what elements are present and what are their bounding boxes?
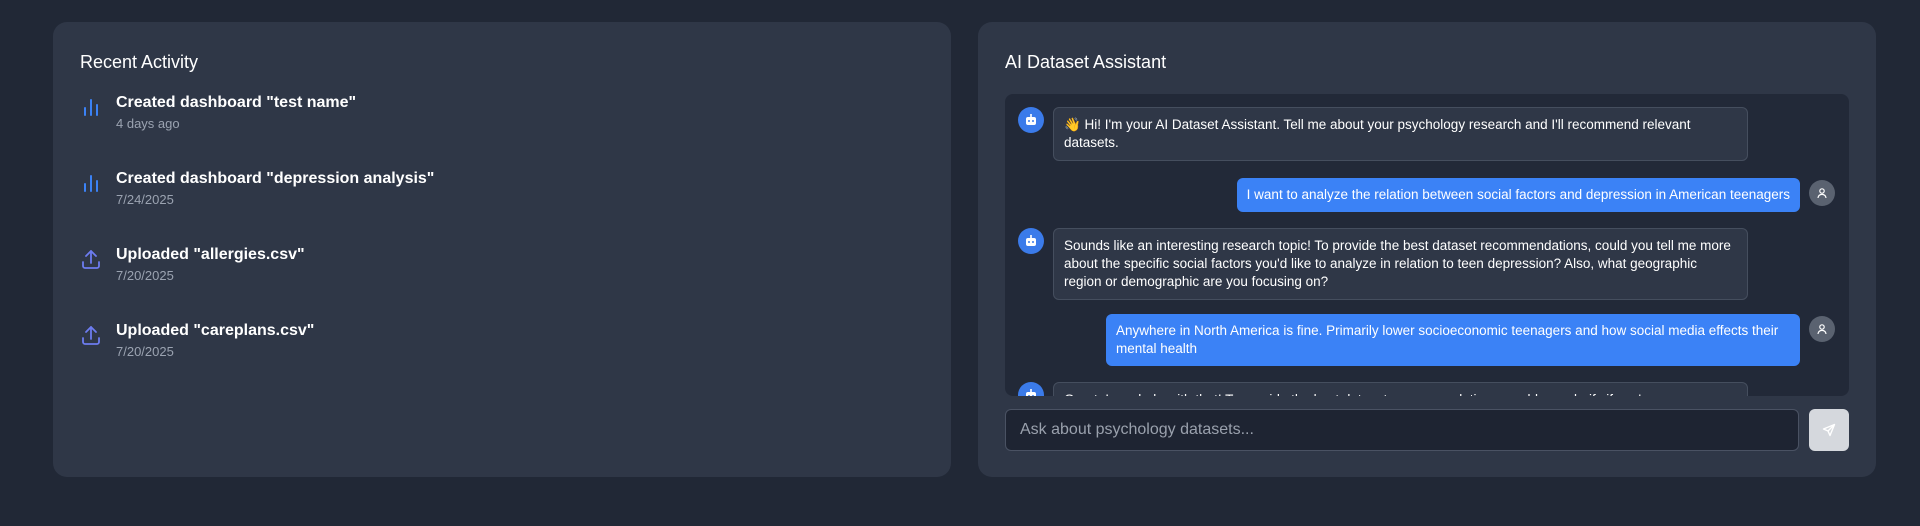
activity-item[interactable]: Uploaded "careplans.csv" 7/20/2025 bbox=[80, 322, 900, 372]
bot-message: 👋 Hi! I'm your AI Dataset Assistant. Tel… bbox=[1053, 107, 1748, 161]
user-message: I want to analyze the relation between s… bbox=[1236, 178, 1800, 212]
activity-item[interactable]: Created dashboard "test name" 4 days ago bbox=[80, 94, 900, 144]
send-button[interactable] bbox=[1809, 409, 1849, 451]
chat-input[interactable] bbox=[1005, 409, 1799, 451]
activity-title: Uploaded "careplans.csv" bbox=[116, 322, 315, 339]
recent-activity-panel: Recent Activity Created dashboard "test … bbox=[53, 22, 951, 477]
activity-item[interactable]: Created dashboard "depression analysis" … bbox=[80, 170, 900, 220]
activity-item[interactable]: Uploaded "allergies.csv" 7/20/2025 bbox=[80, 246, 900, 296]
chat-messages-area[interactable]: 👋 Hi! I'm your AI Dataset Assistant. Tel… bbox=[1005, 94, 1849, 396]
send-icon bbox=[1822, 423, 1836, 437]
bot-message: Sounds like an interesting research topi… bbox=[1053, 228, 1748, 300]
bar-chart-icon bbox=[84, 175, 98, 192]
activity-time: 7/20/2025 bbox=[116, 268, 174, 283]
user-avatar-icon bbox=[1809, 180, 1835, 206]
bot-avatar-icon bbox=[1018, 107, 1044, 133]
bar-chart-icon bbox=[84, 99, 98, 116]
ai-assistant-panel: AI Dataset Assistant 👋 Hi! I'm your AI D… bbox=[978, 22, 1876, 477]
user-message: Anywhere in North America is fine. Prima… bbox=[1106, 314, 1800, 366]
recent-activity-title: Recent Activity bbox=[80, 52, 199, 72]
activity-title: Created dashboard "depression analysis" bbox=[116, 170, 435, 187]
activity-title: Uploaded "allergies.csv" bbox=[116, 246, 305, 263]
activity-title: Created dashboard "test name" bbox=[116, 94, 357, 111]
upload-icon bbox=[82, 250, 100, 269]
activity-time: 7/24/2025 bbox=[116, 192, 174, 207]
bot-avatar-icon bbox=[1018, 228, 1044, 254]
ai-assistant-title: AI Dataset Assistant bbox=[1005, 52, 1167, 72]
user-avatar-icon bbox=[1809, 316, 1835, 342]
bot-avatar-icon bbox=[1018, 382, 1044, 396]
activity-time: 7/20/2025 bbox=[116, 344, 174, 359]
activity-time: 4 days ago bbox=[116, 116, 180, 131]
upload-icon bbox=[82, 326, 100, 345]
bot-message: Great, I can help with that! To provide … bbox=[1053, 382, 1748, 396]
